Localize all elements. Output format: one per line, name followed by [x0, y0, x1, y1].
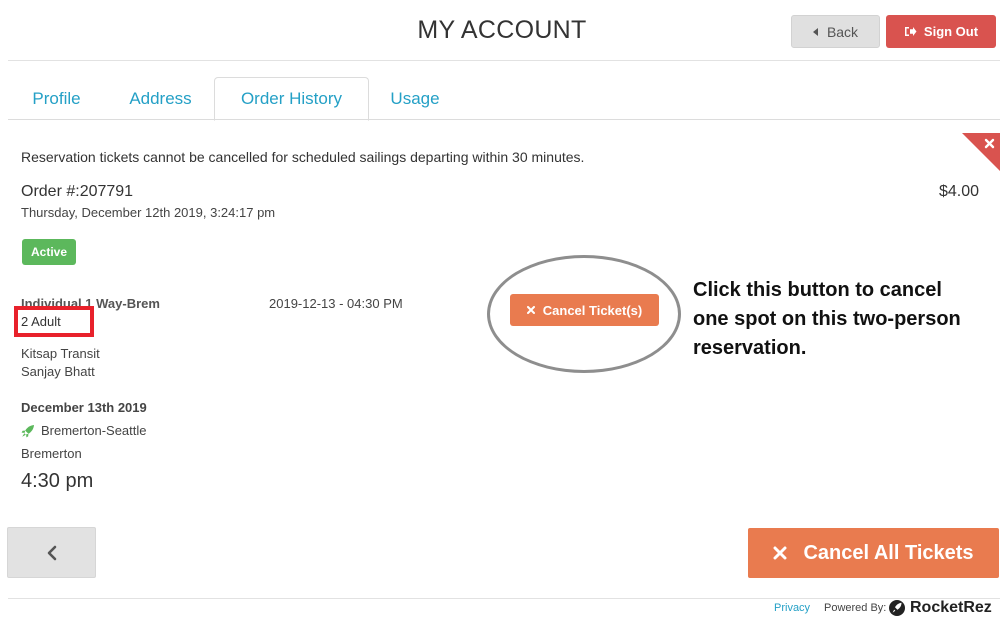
tab-label: Address [129, 88, 192, 108]
account-tabs: Profile Address Order History Usage [8, 77, 1000, 121]
rocketrez-logo: RocketRez [888, 599, 992, 617]
header-divider [8, 60, 1000, 61]
dismiss-corner-icon[interactable] [962, 133, 1000, 171]
powered-by-label: Powered By: [824, 602, 887, 614]
sign-out-icon [904, 27, 917, 36]
close-icon [773, 546, 787, 560]
order-date: Thursday, December 12th 2019, 3:24:17 pm [21, 205, 276, 220]
chevron-left-icon [47, 545, 56, 560]
rocketrez-brand: RocketRez [910, 599, 992, 616]
trip-route: Bremerton-Seattle [21, 423, 147, 438]
order-number: Order #:207791 [21, 183, 134, 200]
sign-out-button-label: Sign Out [923, 24, 979, 39]
cancel-all-tickets-button[interactable]: Cancel All Tickets [748, 528, 999, 578]
page-header: MY ACCOUNT Back Sign Out [0, 0, 1004, 62]
tab-label: Profile [32, 88, 81, 108]
back-button[interactable]: Back [791, 15, 880, 48]
privacy-link[interactable]: Privacy [774, 602, 810, 614]
tab-address[interactable]: Address [111, 77, 210, 120]
footer-divider [8, 598, 1000, 599]
caret-left-icon [812, 27, 818, 36]
cancel-ticket-button-label: Cancel Ticket(s) [542, 302, 643, 318]
trip-date: December 13th 2019 [21, 400, 147, 415]
tab-profile[interactable]: Profile [8, 77, 105, 120]
previous-button[interactable] [7, 527, 96, 578]
trip-route-label: Bremerton-Seattle [41, 423, 147, 438]
cancel-ticket-button[interactable]: Cancel Ticket(s) [510, 294, 659, 326]
back-button-label: Back [826, 23, 859, 40]
sign-out-button[interactable]: Sign Out [886, 15, 996, 48]
departure-time: 4:30 pm [21, 470, 94, 492]
cancellation-notice: Reservation tickets cannot be cancelled … [21, 149, 585, 165]
ticket-passenger: Sanjay Bhatt [21, 364, 95, 379]
ticket-datetime: 2019-12-13 - 04:30 PM [269, 296, 403, 311]
tab-order-history[interactable]: Order History [214, 77, 369, 121]
rocketrez-logo-icon [889, 600, 905, 616]
close-icon [526, 306, 535, 314]
tabs-divider [8, 119, 1000, 120]
tab-usage[interactable]: Usage [374, 77, 456, 120]
cancel-all-tickets-button-label: Cancel All Tickets [803, 541, 974, 564]
rocket-icon [21, 424, 34, 437]
departure-terminal: Bremerton [21, 446, 82, 461]
status-badge: Active [22, 239, 76, 265]
ticket-quantity: 2 Adult [21, 314, 61, 329]
annotation-text: Click this button to cancel one spot on … [693, 279, 961, 359]
ticket-agency: Kitsap Transit [21, 346, 100, 361]
tab-label: Order History [240, 89, 343, 108]
order-price: $4.00 [938, 183, 979, 200]
tab-label: Usage [390, 88, 440, 108]
